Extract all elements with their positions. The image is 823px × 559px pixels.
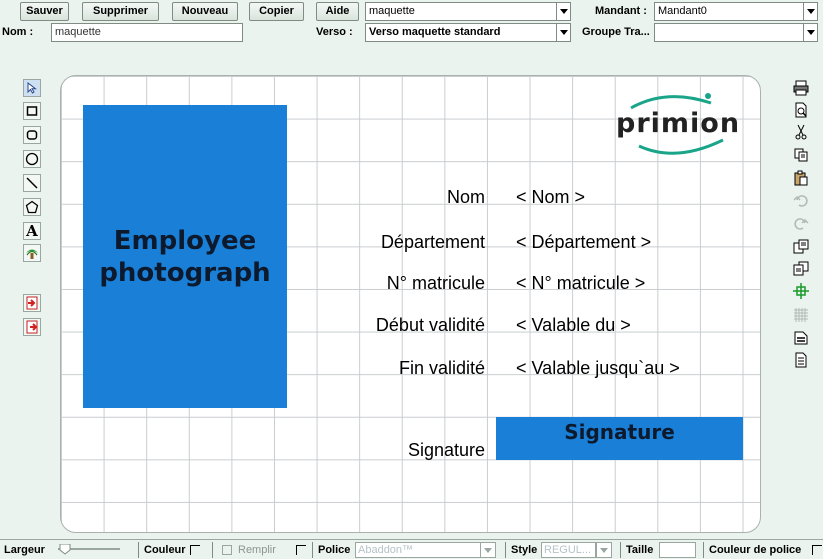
- chevron-down-icon: [806, 30, 815, 35]
- field-label-valid-until[interactable]: Fin validité: [235, 357, 485, 379]
- style-select[interactable]: REGUL...: [541, 542, 596, 558]
- bring-forward-icon[interactable]: [791, 237, 811, 257]
- chevron-down-icon: [559, 30, 568, 35]
- color-label: Couleur: [144, 544, 186, 556]
- name-input[interactable]: maquette: [51, 23, 243, 42]
- print-preview-icon[interactable]: [791, 100, 811, 120]
- signature-label[interactable]: Signature: [235, 439, 485, 461]
- fill-label: Remplir: [238, 544, 276, 556]
- back-select[interactable]: Verso maquette standard: [365, 23, 557, 42]
- group-select[interactable]: [654, 23, 804, 42]
- delete-button[interactable]: Supprimer: [82, 2, 159, 21]
- new-button[interactable]: Nouveau: [172, 2, 238, 21]
- separator: [620, 542, 621, 558]
- style-select-dropdown[interactable]: [596, 542, 612, 558]
- page-icon[interactable]: [791, 350, 811, 370]
- width-label: Largeur: [4, 544, 45, 556]
- align-icon[interactable]: [791, 328, 811, 348]
- color-checkbox[interactable]: [190, 545, 200, 555]
- grid-icon[interactable]: [791, 305, 811, 325]
- signature-box[interactable]: Signature: [496, 417, 743, 460]
- help-button[interactable]: Aide: [316, 2, 359, 21]
- redo-icon: [791, 214, 811, 234]
- template-select[interactable]: maquette: [365, 2, 557, 21]
- client-label: Mandant :: [595, 5, 647, 17]
- polygon-tool-icon[interactable]: [23, 198, 41, 216]
- separator: [212, 542, 213, 558]
- field-value-department[interactable]: < Département >: [516, 231, 651, 253]
- field-value-name[interactable]: < Nom >: [516, 186, 585, 208]
- back-select-dropdown[interactable]: [556, 23, 571, 42]
- client-select-dropdown[interactable]: [803, 2, 818, 21]
- back-label: Verso :: [316, 26, 353, 38]
- font-color-label: Couleur de police: [709, 544, 802, 556]
- fill-color-checkbox[interactable]: [296, 545, 306, 555]
- text-tool-icon[interactable]: A: [23, 222, 41, 240]
- size-input[interactable]: [659, 542, 696, 558]
- font-label: Police: [318, 544, 351, 556]
- fill-checkbox[interactable]: [222, 545, 232, 555]
- card-design-canvas[interactable]: Employee photograph primion Nom < Nom > …: [60, 75, 761, 533]
- separator: [312, 542, 313, 558]
- image-tool-icon[interactable]: [23, 244, 41, 262]
- font-color-checkbox[interactable]: [812, 545, 822, 555]
- chevron-down-icon: [806, 9, 815, 14]
- print-icon[interactable]: [791, 78, 811, 98]
- paste-icon[interactable]: [791, 168, 811, 188]
- cut-icon[interactable]: [791, 122, 811, 142]
- chevron-down-icon: [600, 547, 608, 553]
- pointer-tool-icon[interactable]: [23, 79, 41, 97]
- font-select-dropdown[interactable]: [480, 542, 496, 558]
- logo-text: primion: [616, 108, 741, 139]
- properties-row: Nom : maquette Verso : Verso maquette st…: [0, 21, 823, 43]
- field-label-employee-number[interactable]: N° matricule: [235, 272, 485, 294]
- properties-bar: Largeur Couleur Remplir Police Abaddon™ …: [0, 539, 823, 559]
- copy-icon[interactable]: [791, 145, 811, 165]
- field-label-department[interactable]: Département: [235, 231, 485, 253]
- name-label: Nom :: [2, 26, 34, 38]
- send-backward-icon[interactable]: [791, 259, 811, 279]
- rounded-rectangle-tool-icon[interactable]: [23, 126, 41, 144]
- field-label-valid-from[interactable]: Début validité: [235, 314, 485, 336]
- field-value-employee-number[interactable]: < N° matricule >: [516, 272, 645, 294]
- group-label: Groupe Tra...: [582, 26, 650, 38]
- ellipse-tool-icon[interactable]: [23, 150, 41, 168]
- copy-button[interactable]: Copier: [249, 2, 304, 21]
- export-icon[interactable]: [23, 318, 41, 336]
- field-value-valid-from[interactable]: < Valable du >: [516, 314, 631, 336]
- client-select[interactable]: Mandant0: [654, 2, 804, 21]
- size-label: Taille: [626, 544, 654, 556]
- separator: [703, 542, 704, 558]
- save-button[interactable]: Sauver: [20, 2, 69, 21]
- chevron-down-icon: [559, 9, 568, 14]
- width-slider[interactable]: [58, 543, 120, 555]
- font-select[interactable]: Abaddon™: [355, 542, 481, 558]
- primion-logo[interactable]: primion: [611, 88, 751, 163]
- import-icon[interactable]: [23, 294, 41, 312]
- line-tool-icon[interactable]: [23, 174, 41, 192]
- main-toolbar: Sauver Supprimer Nouveau Copier Aide maq…: [0, 0, 823, 22]
- field-value-valid-until[interactable]: < Valable jusqu`au >: [516, 357, 680, 379]
- field-label-name[interactable]: Nom: [235, 186, 485, 208]
- separator: [138, 542, 139, 558]
- undo-icon: [791, 191, 811, 211]
- style-label: Style: [511, 544, 538, 556]
- chevron-down-icon: [484, 547, 492, 553]
- template-select-dropdown[interactable]: [556, 2, 571, 21]
- center-icon[interactable]: [791, 281, 811, 301]
- separator: [505, 542, 506, 558]
- rectangle-tool-icon[interactable]: [23, 102, 41, 120]
- group-select-dropdown[interactable]: [803, 23, 818, 42]
